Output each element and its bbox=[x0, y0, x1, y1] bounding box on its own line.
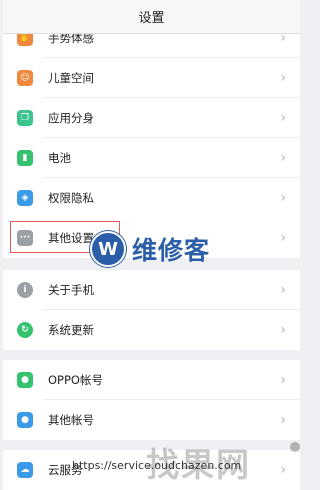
other-account-icon: ● bbox=[17, 412, 33, 428]
settings-item-app-clone[interactable]: ❐ 应用分身 › bbox=[3, 98, 300, 138]
chevron-right-icon: › bbox=[280, 372, 286, 388]
settings-item-label: 系统更新 bbox=[48, 323, 94, 337]
settings-item-oppo-account[interactable]: ● OPPO帐号 › bbox=[3, 360, 300, 400]
account-icon: ● bbox=[17, 372, 33, 388]
chevron-right-icon: › bbox=[280, 412, 286, 428]
brand-watermark: W 维修客 bbox=[90, 231, 210, 267]
info-icon: i bbox=[17, 282, 33, 298]
app-clone-icon: ❐ bbox=[17, 110, 33, 126]
settings-item-label: 其他帐号 bbox=[48, 413, 94, 427]
settings-item-other-accounts[interactable]: ● 其他帐号 › bbox=[3, 400, 300, 440]
settings-item-about-phone[interactable]: i 关于手机 › bbox=[3, 270, 300, 310]
settings-item-label: 儿童空间 bbox=[48, 71, 94, 85]
settings-item-privacy[interactable]: ◈ 权限隐私 › bbox=[3, 178, 300, 218]
chevron-right-icon: › bbox=[280, 230, 286, 246]
chevron-right-icon: › bbox=[280, 190, 286, 206]
chevron-right-icon: › bbox=[280, 70, 286, 86]
cloud-icon: ☁ bbox=[17, 462, 33, 478]
brand-text: 维修客 bbox=[132, 236, 211, 265]
chevron-right-icon: › bbox=[280, 282, 286, 298]
child-icon: ☺ bbox=[17, 70, 33, 86]
brand-logo: W bbox=[90, 231, 126, 267]
watermark-badge-icon bbox=[290, 442, 300, 452]
chevron-right-icon: › bbox=[280, 322, 286, 338]
chevron-right-icon: › bbox=[280, 150, 286, 166]
privacy-shield-icon: ◈ bbox=[17, 190, 33, 206]
settings-item-system-update[interactable]: ↻ 系统更新 › bbox=[3, 310, 300, 350]
battery-icon: ▮ bbox=[17, 150, 33, 166]
settings-item-label: 电池 bbox=[48, 151, 71, 165]
page-title: 设置 bbox=[3, 0, 300, 34]
watermark-url: https://service.oudchazen.com bbox=[72, 459, 242, 472]
chevron-right-icon: › bbox=[280, 462, 286, 478]
settings-item-battery[interactable]: ▮ 电池 › bbox=[3, 138, 300, 178]
settings-item-label: 关于手机 bbox=[48, 283, 94, 297]
settings-item-kids-space[interactable]: ☺ 儿童空间 › bbox=[3, 58, 300, 98]
settings-item-label: 应用分身 bbox=[48, 111, 94, 125]
chevron-right-icon: › bbox=[280, 110, 286, 126]
settings-item-label: 权限隐私 bbox=[48, 191, 94, 205]
settings-item-label: OPPO帐号 bbox=[48, 373, 103, 387]
update-icon: ↻ bbox=[17, 322, 33, 338]
